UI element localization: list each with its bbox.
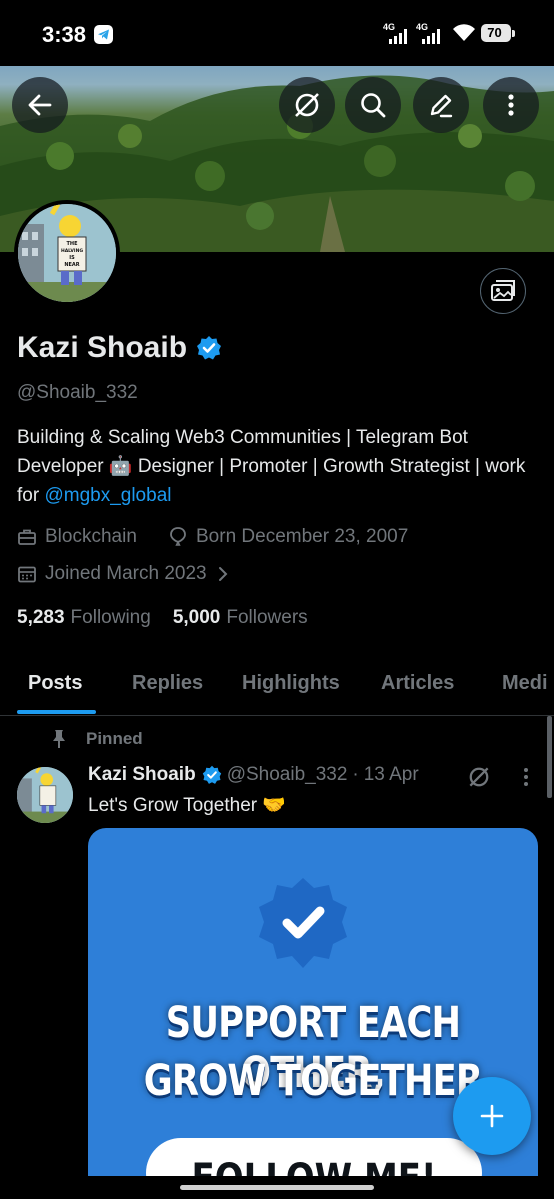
profile-name: Kazi Shoaib bbox=[17, 331, 188, 364]
joined-label: Joined March 2023 bbox=[45, 563, 207, 584]
more-vertical-icon bbox=[508, 94, 514, 116]
verified-badge-graphic bbox=[259, 878, 347, 968]
post-more-button[interactable] bbox=[517, 766, 535, 793]
search-button[interactable] bbox=[345, 77, 401, 133]
post-header: Kazi Shoaib @Shoaib_332 · 13 Apr bbox=[88, 764, 419, 786]
plus-icon bbox=[480, 1104, 504, 1128]
tab-replies[interactable]: Replies bbox=[132, 672, 203, 695]
profile-avatar[interactable]: THE HALVING IS NEAR bbox=[14, 200, 120, 306]
profile-birthday: Born December 23, 2007 bbox=[168, 526, 408, 548]
following-label: Following bbox=[70, 607, 151, 628]
edit-button[interactable] bbox=[413, 77, 469, 133]
briefcase-icon bbox=[18, 529, 36, 545]
bio-mention-link[interactable]: @mgbx_global bbox=[44, 485, 171, 506]
wifi-icon bbox=[452, 24, 476, 47]
pinned-indicator: Pinned bbox=[50, 729, 143, 749]
arrow-left-icon bbox=[28, 94, 52, 116]
status-bar: 3:38 4G 4G 70 bbox=[0, 0, 554, 66]
followers-link[interactable]: 5,000 Followers bbox=[173, 607, 308, 629]
followers-label: Followers bbox=[226, 607, 308, 628]
pinned-label: Pinned bbox=[86, 729, 143, 748]
category-label: Blockchain bbox=[45, 526, 137, 547]
scrollbar[interactable] bbox=[547, 716, 552, 798]
grok-button[interactable] bbox=[279, 77, 335, 133]
battery-level: 70 bbox=[487, 25, 502, 40]
post-author-name[interactable]: Kazi Shoaib bbox=[88, 764, 196, 786]
post-author-handle: @Shoaib_332 bbox=[226, 764, 348, 785]
balloon-icon bbox=[170, 527, 186, 546]
tab-media[interactable]: Medi bbox=[502, 672, 548, 695]
avatar-image: THE HALVING IS NEAR bbox=[18, 204, 116, 302]
media-headline-2: GROW TOGETHER bbox=[143, 1056, 483, 1106]
following-count: 5,283 bbox=[17, 607, 65, 628]
calendar-icon bbox=[18, 566, 36, 583]
tab-articles[interactable]: Articles bbox=[381, 672, 454, 695]
pin-icon bbox=[53, 730, 65, 748]
home-gesture-handle[interactable] bbox=[180, 1185, 374, 1190]
verified-badge-icon[interactable] bbox=[196, 335, 222, 361]
profile-handle: @Shoaib_332 bbox=[17, 382, 138, 403]
avatar-image bbox=[17, 767, 73, 823]
avatar-sign-line: NEAR bbox=[64, 262, 79, 268]
grok-icon bbox=[295, 93, 319, 117]
tab-posts[interactable]: Posts bbox=[28, 672, 82, 695]
navigation-bar bbox=[0, 1176, 554, 1199]
post-date[interactable]: 13 Apr bbox=[364, 764, 419, 786]
post-text: Let's Grow Together 🤝 bbox=[88, 795, 287, 816]
status-time: 3:38 bbox=[42, 22, 87, 47]
profile-tabs: Posts Replies Highlights Articles Medi bbox=[0, 664, 554, 716]
post-author-avatar[interactable] bbox=[17, 767, 73, 823]
search-icon bbox=[361, 93, 386, 118]
avatar-sign-line: HALVING bbox=[61, 248, 83, 254]
telegram-icon bbox=[94, 25, 113, 44]
avatar-sign-line: THE bbox=[66, 241, 78, 247]
pencil-icon bbox=[430, 94, 453, 118]
followers-count: 5,000 bbox=[172, 607, 221, 628]
media-library-button[interactable] bbox=[480, 268, 526, 314]
more-button[interactable] bbox=[483, 77, 539, 133]
profile-joined[interactable]: Joined March 2023 bbox=[17, 563, 237, 585]
active-tab-indicator bbox=[17, 710, 96, 714]
profile-category: Blockchain bbox=[17, 526, 137, 548]
following-link[interactable]: 5,283 Following bbox=[17, 607, 151, 629]
more-vertical-icon bbox=[524, 768, 528, 786]
post-grok-button[interactable] bbox=[466, 764, 492, 795]
back-button[interactable] bbox=[12, 77, 68, 133]
avatar-sign-line: IS bbox=[69, 255, 75, 261]
verified-badge-icon bbox=[202, 765, 221, 784]
follow-stats: 5,283 Following 5,000 Followers bbox=[17, 607, 330, 629]
compose-post-button[interactable] bbox=[453, 1077, 531, 1155]
battery-icon: 70 bbox=[481, 24, 515, 42]
photo-gallery-icon bbox=[491, 280, 515, 301]
tab-highlights[interactable]: Highlights bbox=[242, 672, 340, 695]
post-separator: · bbox=[352, 764, 359, 785]
profile-name-row: Kazi Shoaib bbox=[17, 331, 222, 365]
profile-bio: Building & Scaling Web3 Communities | Te… bbox=[17, 423, 542, 510]
chevron-right-icon bbox=[218, 567, 228, 581]
birthday-label: Born December 23, 2007 bbox=[196, 526, 409, 547]
grok-icon bbox=[469, 767, 489, 787]
